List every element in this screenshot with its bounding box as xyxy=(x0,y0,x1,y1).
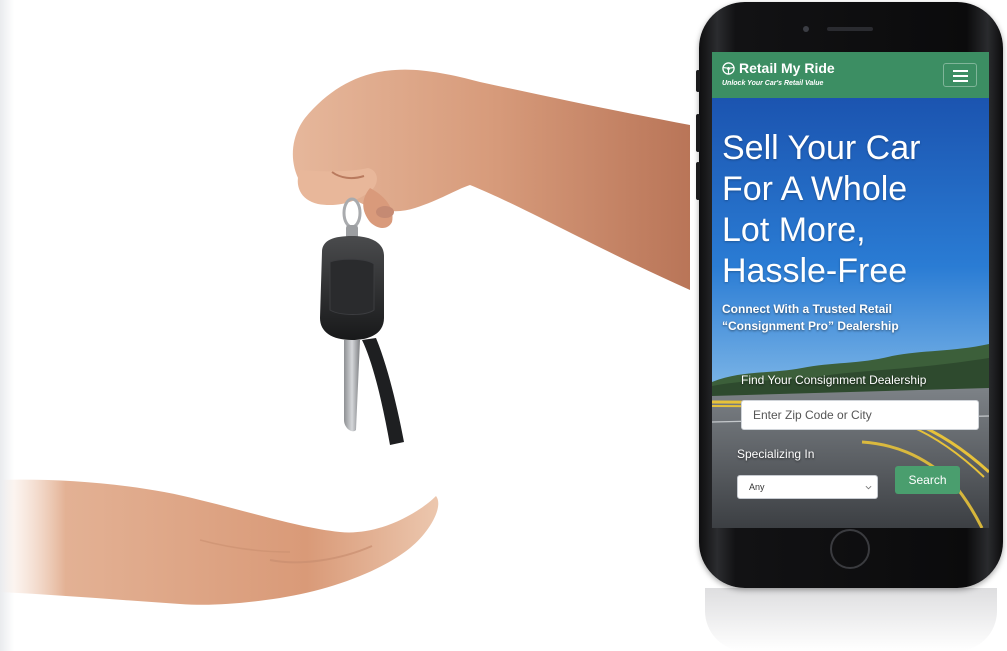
phone-screen: Retail My Ride Unlock Your Car's Retail … xyxy=(712,52,989,528)
hero-subtitle: Connect With a Trusted Retail “Consignme… xyxy=(722,301,984,335)
find-dealership-label: Find Your Consignment Dealership xyxy=(741,373,927,387)
brand-name[interactable]: Retail My Ride xyxy=(739,60,835,76)
app-header-bar: Retail My Ride Unlock Your Car's Retail … xyxy=(712,52,989,98)
mute-switch xyxy=(696,70,700,92)
chevron-down-icon xyxy=(865,485,872,490)
car-key xyxy=(320,197,404,445)
search-button[interactable]: Search xyxy=(895,466,960,494)
hamburger-menu-button[interactable] xyxy=(943,63,977,87)
hero-headline: Sell Your Car For A Whole Lot More, Hass… xyxy=(722,128,984,292)
receiving-hand xyxy=(0,479,439,605)
hamburger-icon xyxy=(953,70,968,72)
hero-headline-line: Hassle-Free xyxy=(722,252,908,290)
hamburger-icon xyxy=(953,75,968,77)
hero-subtitle-line: Connect With a Trusted Retail xyxy=(722,302,892,316)
steering-wheel-icon[interactable] xyxy=(722,62,735,75)
front-camera xyxy=(803,26,809,32)
hero-headline-line: Lot More, xyxy=(722,211,866,249)
brand-tagline: Unlock Your Car's Retail Value xyxy=(722,80,824,87)
earpiece-speaker xyxy=(827,27,873,31)
zip-city-input[interactable] xyxy=(741,400,979,430)
hero-subtitle-line: “Consignment Pro” Dealership xyxy=(722,319,899,333)
hero-headline-line: Sell Your Car xyxy=(722,129,921,167)
specializing-select-value: Any xyxy=(749,482,765,492)
hero-headline-line: For A Whole xyxy=(722,170,908,208)
specializing-label: Specializing In xyxy=(737,447,815,461)
volume-up-button xyxy=(696,114,700,152)
hamburger-icon xyxy=(953,80,968,82)
phone-reflection xyxy=(705,588,997,651)
key-handoff-illustration xyxy=(0,69,690,605)
volume-down-button xyxy=(696,162,700,200)
phone-mockup: Retail My Ride Unlock Your Car's Retail … xyxy=(696,2,1003,588)
specializing-select[interactable]: Any xyxy=(737,475,878,499)
phone-home-button[interactable] xyxy=(830,529,870,569)
